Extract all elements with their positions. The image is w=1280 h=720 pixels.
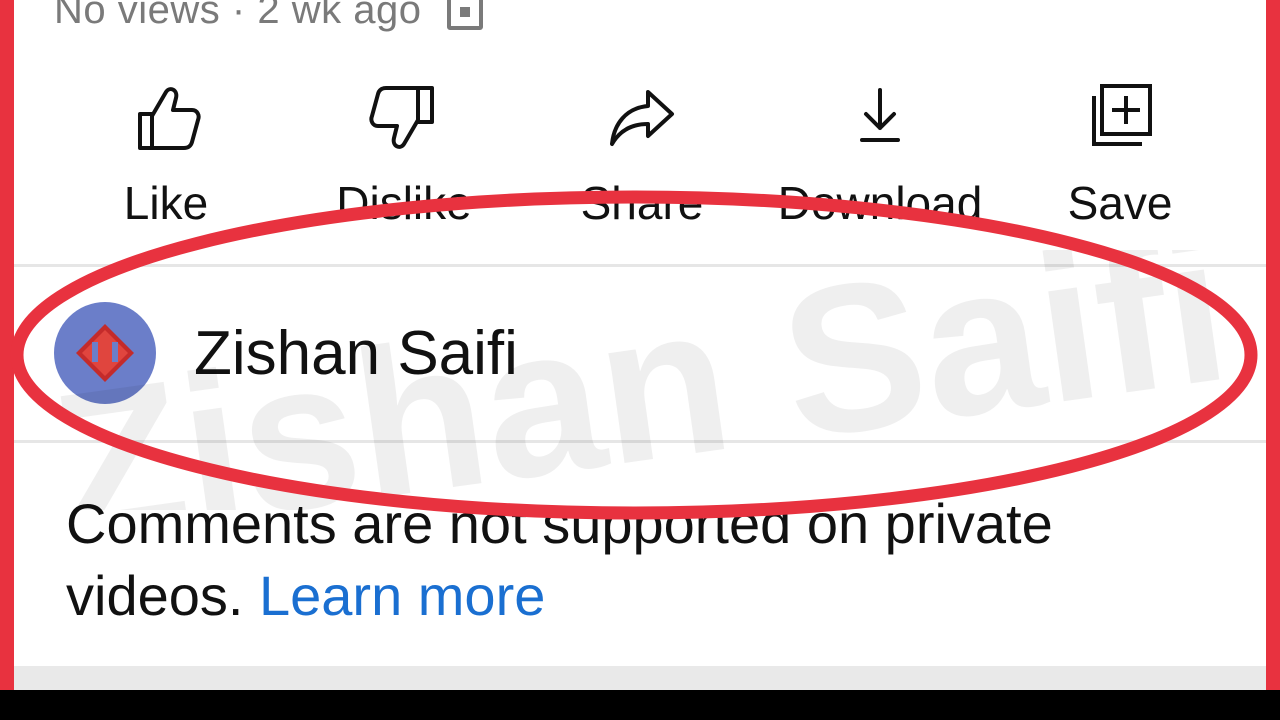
video-meta: No views · 2 wk ago — [54, 0, 484, 33]
comments-message: Comments are not supported on private vi… — [66, 492, 1053, 627]
divider-top — [14, 264, 1266, 267]
save-button[interactable]: Save — [1030, 78, 1210, 238]
views-count: No views — [54, 0, 221, 32]
learn-more-link[interactable]: Learn more — [259, 564, 545, 627]
share-label: Share — [580, 177, 704, 229]
channel-row[interactable]: Zishan Saifi — [14, 268, 1266, 440]
channel-avatar[interactable] — [54, 302, 156, 404]
bottom-bar — [0, 690, 1280, 720]
share-button[interactable]: Share — [552, 78, 732, 238]
comments-disabled-notice: Comments are not supported on private vi… — [66, 488, 1216, 632]
save-label: Save — [1067, 177, 1173, 229]
channel-logo-icon — [76, 324, 134, 382]
add-to-playlist-icon — [1092, 84, 1152, 146]
divider-bottom — [14, 440, 1266, 443]
dislike-button[interactable]: Dislike — [314, 78, 494, 238]
dislike-label: Dislike — [336, 177, 472, 229]
download-label: Download — [777, 177, 983, 229]
like-label: Like — [123, 177, 209, 229]
private-visibility-icon — [447, 0, 484, 31]
section-separator — [14, 666, 1266, 690]
channel-name[interactable]: Zishan Saifi — [194, 318, 518, 389]
download-icon — [860, 88, 900, 142]
download-button[interactable]: Download — [778, 78, 982, 238]
upload-age: 2 wk ago — [257, 0, 422, 32]
meta-separator: · — [231, 0, 246, 32]
like-button[interactable]: Like — [76, 78, 256, 238]
thumb-up-icon — [138, 87, 201, 150]
thumb-down-icon — [369, 86, 434, 149]
share-arrow-icon — [610, 90, 674, 146]
